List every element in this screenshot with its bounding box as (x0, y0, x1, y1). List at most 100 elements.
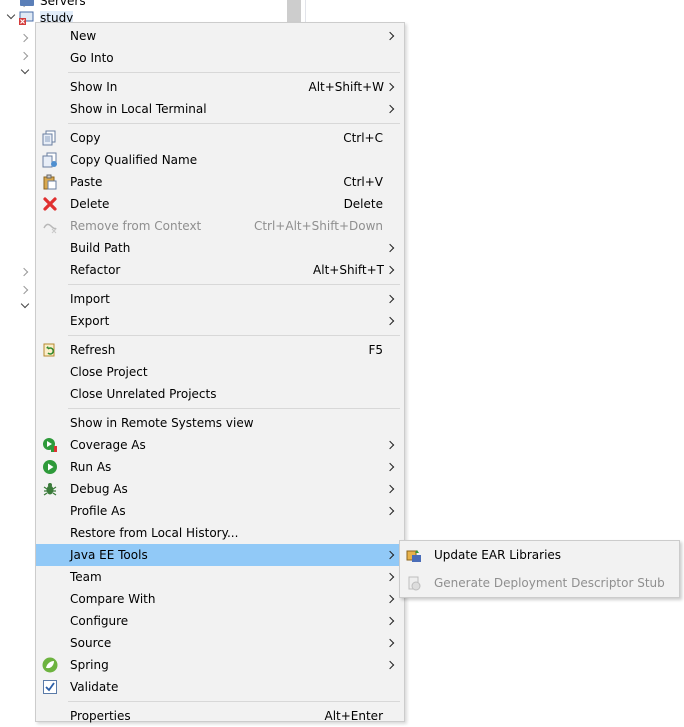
chevron-right-icon (385, 243, 395, 253)
chevron-right-icon (385, 316, 395, 326)
menu-item-go-into[interactable]: Go Into (36, 47, 404, 69)
menu-item-label: Import (70, 292, 110, 306)
menu-item-label: Debug As (70, 482, 128, 496)
menu-item-restore-from-local-history[interactable]: Restore from Local History... (36, 522, 404, 544)
menu-item-show-in[interactable]: Show In Alt+Shift+W (36, 76, 404, 98)
update-ear-libraries-icon (406, 547, 422, 563)
menu-separator (68, 284, 400, 285)
debug-icon (42, 481, 58, 497)
chevron-right-icon (385, 484, 395, 494)
menu-item-label: Coverage As (70, 438, 146, 452)
menu-item-import[interactable]: Import (36, 288, 404, 310)
menu-item-validate[interactable]: Validate (36, 676, 404, 698)
menu-item-properties[interactable]: Properties Alt+Enter (36, 705, 404, 727)
chevron-right-icon[interactable] (20, 51, 30, 61)
chevron-right-icon (385, 550, 395, 560)
menu-item-shortcut: Alt+Enter (324, 709, 383, 723)
menu-item-shortcut: F5 (368, 343, 383, 357)
tree-item-label: Servers (40, 0, 86, 8)
java-ee-tools-submenu: Update EAR Libraries Generate Deployment … (399, 540, 680, 598)
menu-item-copy[interactable]: Copy Ctrl+C (36, 127, 404, 149)
menu-item-label: Show In (70, 80, 118, 94)
run-icon (42, 459, 58, 475)
menu-item-coverage-as[interactable]: Coverage As (36, 434, 404, 456)
menu-item-label: Paste (70, 175, 103, 189)
folder-icon (20, 0, 34, 6)
menu-item-show-in-remote-systems-view[interactable]: Show in Remote Systems view (36, 412, 404, 434)
menu-item-profile-as[interactable]: Profile As (36, 500, 404, 522)
chevron-right-icon (385, 616, 395, 626)
menu-item-debug-as[interactable]: Debug As (36, 478, 404, 500)
menu-item-export[interactable]: Export (36, 310, 404, 332)
menu-item-label: Team (70, 570, 102, 584)
submenu-item-label: Update EAR Libraries (434, 548, 562, 562)
menu-item-shortcut: Delete (343, 197, 383, 211)
submenu-item-label: Generate Deployment Descriptor Stub (434, 576, 665, 590)
menu-item-paste[interactable]: Paste Ctrl+V (36, 171, 404, 193)
menu-item-configure[interactable]: Configure (36, 610, 404, 632)
menu-item-label: New (70, 29, 97, 43)
menu-item-refresh[interactable]: Refresh F5 (36, 339, 404, 361)
menu-separator (68, 335, 400, 336)
menu-item-new[interactable]: New (36, 25, 404, 47)
menu-item-label: Run As (70, 460, 112, 474)
paste-icon (42, 174, 58, 190)
menu-item-copy-qualified-name[interactable]: Copy Qualified Name (36, 149, 404, 171)
menu-item-spring[interactable]: Spring (36, 654, 404, 676)
menu-item-compare-with[interactable]: Compare With (36, 588, 404, 610)
menu-item-label: Properties (70, 709, 131, 723)
menu-item-java-ee-tools[interactable]: Java EE Tools (36, 544, 404, 566)
menu-item-shortcut: Alt+Shift+W (308, 80, 385, 94)
menu-item-source[interactable]: Source (36, 632, 404, 654)
menu-item-shortcut: Ctrl+Alt+Shift+Down (253, 219, 383, 233)
menu-item-shortcut: Ctrl+C (343, 131, 383, 145)
menu-item-label: Restore from Local History... (70, 526, 239, 540)
menu-item-run-as[interactable]: Run As (36, 456, 404, 478)
menu-item-shortcut: Alt+Shift+T (313, 263, 384, 277)
chevron-down-icon[interactable] (6, 12, 16, 22)
menu-item-label: Close Project (70, 365, 148, 379)
menu-item-label: Copy (70, 131, 101, 145)
menu-item-close-project[interactable]: Close Project (36, 361, 404, 383)
menu-item-label: Show in Local Terminal (70, 102, 207, 116)
chevron-right-icon (385, 594, 395, 604)
chevron-right-icon (385, 638, 395, 648)
menu-item-label: Spring (70, 658, 109, 672)
menu-item-team[interactable]: Team (36, 566, 404, 588)
copy-icon (42, 130, 58, 146)
menu-item-label: Go Into (70, 51, 114, 65)
menu-item-remove-from-context: Remove from Context Ctrl+Alt+Shift+Down (36, 215, 404, 237)
chevron-down-icon[interactable] (20, 301, 30, 311)
chevron-down-icon[interactable] (20, 67, 30, 77)
menu-item-label: Refresh (70, 343, 116, 357)
menu-item-label: Configure (70, 614, 129, 628)
chevron-right-icon (385, 31, 395, 41)
menu-separator (68, 72, 400, 73)
chevron-right-icon (385, 82, 395, 92)
menu-item-label: Close Unrelated Projects (70, 387, 217, 401)
validate-checkbox-icon (42, 679, 58, 695)
menu-item-label: Show in Remote Systems view (70, 416, 254, 430)
menu-item-build-path[interactable]: Build Path (36, 237, 404, 259)
submenu-item-update-ear-libraries[interactable]: Update EAR Libraries (400, 542, 679, 568)
copy-qualified-name-icon (42, 152, 58, 168)
delete-icon (42, 196, 58, 212)
menu-item-label: Copy Qualified Name (70, 153, 198, 167)
menu-item-label: Validate (70, 680, 119, 694)
chevron-right-icon[interactable] (20, 267, 30, 277)
chevron-right-icon (385, 104, 395, 114)
chevron-right-icon (385, 506, 395, 516)
scrollbar-thumb[interactable] (287, 0, 301, 22)
chevron-right-icon (385, 440, 395, 450)
menu-item-refactor[interactable]: Refactor Alt+Shift+T (36, 259, 404, 281)
chevron-right-icon[interactable] (20, 33, 30, 43)
submenu-item-generate-deployment-descriptor-stub: Generate Deployment Descriptor Stub (400, 570, 679, 596)
divider (305, 0, 306, 22)
menu-item-shortcut: Ctrl+V (343, 175, 383, 189)
chevron-right-icon[interactable] (20, 285, 30, 295)
menu-item-show-in-local-terminal[interactable]: Show in Local Terminal (36, 98, 404, 120)
chevron-right-icon (385, 294, 395, 304)
menu-item-label: Delete (70, 197, 110, 211)
menu-item-delete[interactable]: Delete Delete (36, 193, 404, 215)
menu-item-close-unrelated-projects[interactable]: Close Unrelated Projects (36, 383, 404, 405)
